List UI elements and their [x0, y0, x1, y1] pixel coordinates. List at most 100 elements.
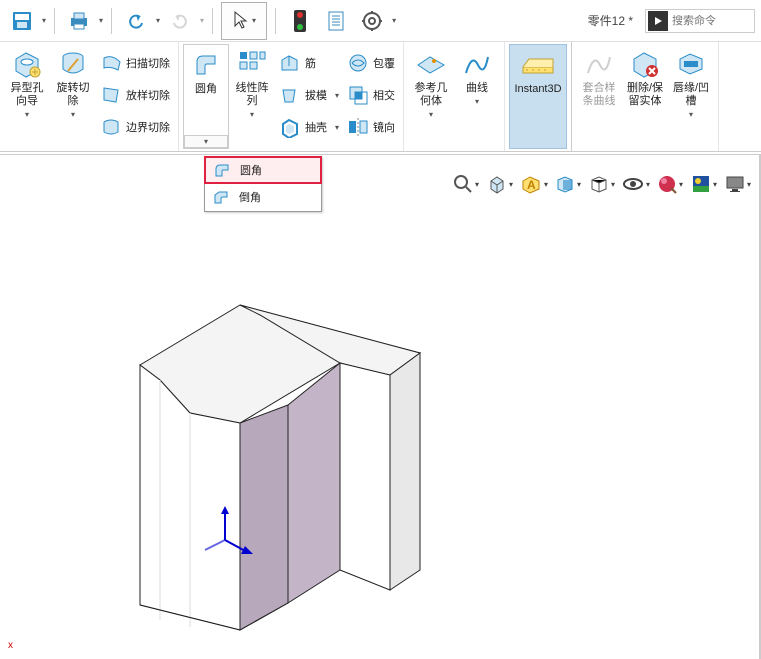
mirror-icon [347, 116, 369, 138]
magnifier-icon [453, 174, 473, 194]
loft-cut-icon [100, 84, 122, 106]
axis-label-x: x [8, 640, 13, 651]
gear-icon [361, 10, 383, 32]
document-icon [326, 10, 346, 32]
command-search[interactable] [645, 9, 755, 33]
refgeom-icon [416, 49, 446, 79]
mirror-label: 镜向 [373, 119, 395, 135]
zoom-fit-button[interactable] [451, 171, 481, 197]
revolved-cut-label: 旋转切 除 [57, 82, 90, 108]
draft-icon [279, 84, 301, 106]
view-orientation-button[interactable] [485, 171, 515, 197]
delete-keep-body-button[interactable]: 删除/保 留实体 [622, 44, 668, 149]
shell-button[interactable]: 抽壳▾ [275, 112, 343, 142]
fillet-split-button[interactable]: 圆角 ▾ [183, 44, 229, 149]
search-input[interactable] [668, 15, 748, 27]
hole-wizard-icon [12, 49, 42, 79]
display-mode-button[interactable] [587, 171, 617, 197]
delete-keep-label: 删除/保 留实体 [627, 82, 663, 108]
fillet-small-icon [212, 160, 232, 180]
mirror-button[interactable]: 镜向 [343, 112, 399, 142]
select-tool[interactable]: ▾ [221, 2, 267, 40]
rebuild-button[interactable] [284, 5, 316, 37]
shell-icon [279, 116, 301, 138]
instant3d-label: Instant3D [514, 83, 561, 96]
lip-groove-icon [676, 49, 706, 79]
curves-icon [462, 49, 492, 79]
loft-cut-button[interactable]: 放样切除 [96, 80, 174, 110]
wrap-icon [347, 52, 369, 74]
menu-item-fillet[interactable]: 圆角 [204, 156, 322, 184]
fillet-dropdown-menu: 圆角 倒角 [204, 156, 322, 212]
save-icon [11, 10, 33, 32]
linear-pattern-icon [237, 49, 267, 79]
rib-button[interactable]: 筋 [275, 48, 343, 78]
search-run-icon [648, 11, 668, 31]
instant3d-button[interactable]: Instant3D [509, 44, 567, 149]
wireframe-icon [589, 174, 609, 194]
redo-icon [170, 11, 190, 31]
section-view-button[interactable] [553, 171, 583, 197]
display-style-icon: A [520, 174, 542, 194]
fit-spline-icon [584, 49, 614, 79]
rib-icon [279, 52, 301, 74]
boundary-cut-icon [100, 116, 122, 138]
hide-show-button[interactable] [621, 171, 651, 197]
appearance-sphere-icon [657, 174, 677, 194]
linear-pattern-label: 线性阵 列 [236, 82, 269, 108]
curves-label: 曲线 [466, 82, 488, 95]
hole-wizard-label: 异型孔 向导 [11, 82, 44, 108]
intersect-button[interactable]: 相交 [343, 80, 399, 110]
lip-groove-button[interactable]: 唇缘/凹 槽 ▾ [668, 44, 714, 149]
reference-geometry-button[interactable]: 参考几 何体 ▾ [408, 44, 454, 149]
boundary-cut-button[interactable]: 边界切除 [96, 112, 174, 142]
redo-button[interactable] [164, 5, 196, 37]
fillet-dropdown-arrow[interactable]: ▾ [184, 135, 228, 148]
fit-spline-label: 套合样 条曲线 [583, 82, 616, 108]
revolved-cut-button[interactable]: 旋转切 除 ▾ [50, 44, 96, 149]
draft-label: 拔模 [305, 87, 327, 103]
sweep-cut-icon [100, 52, 122, 74]
sweep-cut-button[interactable]: 扫描切除 [96, 48, 174, 78]
quick-access-toolbar: ▾ ▾ ▾ ▾ ▾ ▾ 零件12 * [0, 0, 761, 42]
intersect-icon [347, 84, 369, 106]
appearance-button[interactable] [655, 171, 685, 197]
sweep-cut-label: 扫描切除 [126, 55, 170, 71]
lip-groove-label: 唇缘/凹 槽 [673, 82, 709, 108]
undo-button[interactable] [120, 5, 152, 37]
traffic-light-icon [293, 9, 307, 33]
scene-button[interactable] [689, 171, 719, 197]
section-icon [555, 174, 575, 194]
print-icon [68, 10, 90, 32]
graphics-viewport[interactable]: A x [0, 154, 761, 659]
menu-item-chamfer[interactable]: 倒角 [205, 183, 321, 211]
print-button[interactable] [63, 5, 95, 37]
model-body[interactable] [110, 235, 470, 635]
hole-wizard-button[interactable]: 异型孔 向导 ▾ [4, 44, 50, 149]
fit-spline-button: 套合样 条曲线 [576, 44, 622, 149]
options-button[interactable] [356, 5, 388, 37]
revolved-cut-icon [58, 49, 88, 79]
heads-up-toolbar: A [451, 171, 753, 197]
intersect-label: 相交 [373, 87, 395, 103]
instant3d-icon [521, 49, 555, 81]
monitor-icon [725, 174, 745, 194]
save-button[interactable] [6, 5, 38, 37]
scene-icon [691, 174, 711, 194]
loft-cut-label: 放样切除 [126, 87, 170, 103]
draft-button[interactable]: 拔模▾ [275, 80, 343, 110]
refgeom-label: 参考几 何体 [415, 82, 448, 108]
wrap-button[interactable]: 包覆 [343, 48, 399, 78]
fillet-label: 圆角 [195, 83, 217, 96]
linear-pattern-button[interactable]: 线性阵 列 ▾ [229, 44, 275, 149]
boundary-cut-label: 边界切除 [126, 119, 170, 135]
svg-text:A: A [527, 178, 536, 192]
fillet-icon [191, 50, 221, 80]
document-title: 零件12 * [588, 12, 633, 29]
cube-icon [487, 174, 507, 194]
menu-item-chamfer-label: 倒角 [239, 189, 261, 205]
viewport-settings-button[interactable] [723, 171, 753, 197]
file-props-button[interactable] [320, 5, 352, 37]
curves-button[interactable]: 曲线 ▾ [454, 44, 500, 149]
display-style-button[interactable]: A [519, 171, 549, 197]
